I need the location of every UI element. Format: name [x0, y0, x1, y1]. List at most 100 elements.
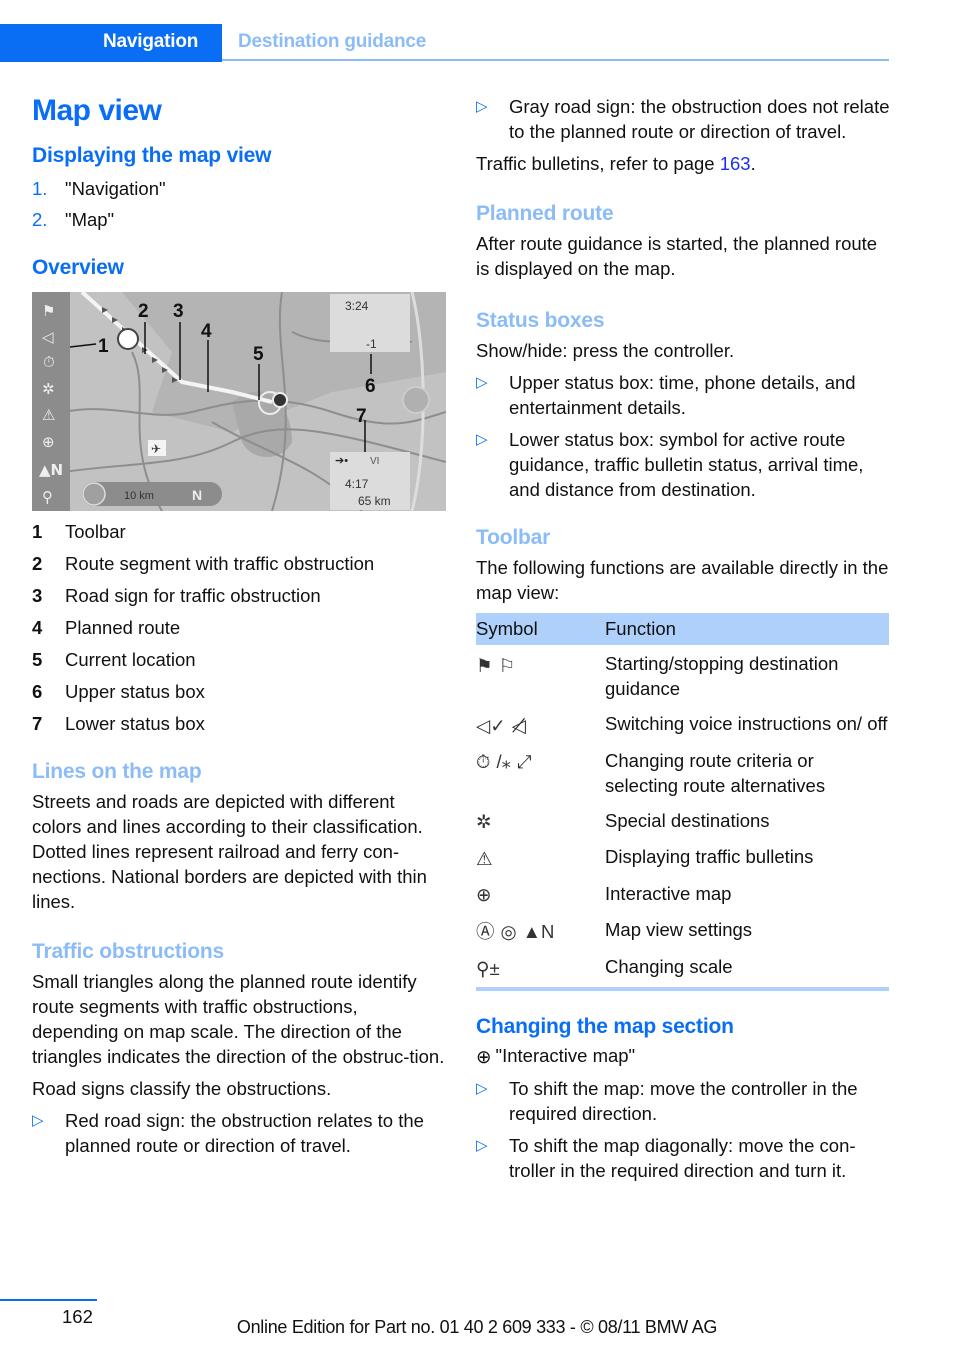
guidance-icon: [82, 482, 106, 506]
function-cell: Changing route criteria or selecting rou…: [605, 749, 826, 796]
special-destinations-icon: ✲: [476, 811, 492, 833]
column-header-function: Function: [605, 613, 889, 645]
bullet-triangle-icon: ▷: [476, 1137, 488, 1155]
symbol-cell: ⊕: [476, 875, 605, 912]
header-section-link[interactable]: Navigation: [103, 31, 198, 53]
legend-item: 1 Toolbar: [32, 519, 446, 544]
menu-label: "Interactive map": [495, 1044, 636, 1066]
symbol-cell: Ⓐ ◎ ▲N: [476, 911, 605, 948]
legend-text: Route segment with traffic obstruction: [65, 553, 375, 574]
heading-traffic-obstructions: Traffic obstructions: [32, 940, 225, 963]
interactive-map-menu: ⊕ "Interactive map": [476, 1043, 890, 1070]
page-163-link[interactable]: 163: [720, 153, 751, 174]
callout-2: 2: [138, 301, 149, 322]
legend-item: 2 Route segment with traffic obstruction: [32, 551, 446, 576]
upper-status-time: 3:24: [345, 299, 369, 313]
voice-icon: ◁: [42, 328, 54, 346]
perspective-icon: ◎: [500, 921, 517, 943]
footer-edition: Online Edition for Part no. 01 40 2 609 …: [236, 1317, 718, 1337]
controller-knob: [402, 386, 430, 414]
step-item: 2. "Map": [32, 207, 446, 232]
legend-text: Toolbar: [65, 521, 126, 542]
callout-6: 6: [365, 376, 376, 397]
bullet-item: ▷ Gray road sign: the obstruction does n…: [476, 94, 890, 144]
warning-icon: ⚠: [42, 406, 55, 424]
column-header-symbol: Symbol: [476, 613, 605, 645]
route-criteria-icon: ⏱: [476, 751, 491, 773]
heading-status-boxes: Status boxes: [476, 309, 605, 332]
voice-on-icon: ◁✓: [476, 714, 506, 736]
traffic-body: Small triangles along the planned route …: [32, 971, 445, 1067]
table-row: Ⓐ ◎ ▲N Map view settings: [476, 911, 889, 948]
ref-text: Traffic bulletins, refer to page: [476, 153, 720, 174]
bullet-triangle-icon: ▷: [476, 1080, 488, 1098]
function-cell: Starting/stopping destination guidance: [605, 653, 839, 699]
bullet-text: Gray road sign: the obstruction does not…: [509, 96, 890, 142]
heading-lines-on-map: Lines on the map: [32, 760, 202, 783]
upper-status-traffic: -1: [366, 337, 377, 351]
interactive-map-icon: ⊕: [476, 1046, 492, 1068]
function-cell: Displaying traffic bulletins: [605, 846, 814, 868]
table-row: ⚲± Changing scale: [476, 948, 889, 991]
airport-icon: ✈: [151, 442, 161, 456]
toolbar-symbol-table: Symbol Function ⚑ ⚐ Starting/stopping des…: [476, 613, 889, 991]
table-row: ⚠ Displaying traffic bulletins: [476, 838, 889, 875]
toolbar-intro: The following functions are available di…: [476, 557, 889, 603]
legend-number: 4: [32, 617, 43, 638]
heading-changing-map-section: Changing the map section: [476, 1014, 734, 1038]
header-subsection-link[interactable]: Destination guidance: [238, 31, 426, 53]
scale-icon: ⚲±: [476, 957, 500, 979]
bullet-text: To shift the map diagonally: move the co…: [509, 1135, 856, 1182]
footer-rule: [0, 1299, 97, 1301]
guidance-arrow-icon: ➔•: [335, 455, 348, 467]
function-cell: Changing scale: [605, 948, 889, 991]
heading-overview: Overview: [32, 256, 124, 279]
function-cell: Map view settings: [605, 919, 753, 941]
symbol-cell: ⏱/⁎ ⤢: [476, 742, 605, 802]
bullet-text: Lower status box: symbol for active rout…: [509, 429, 864, 500]
callout-5: 5: [253, 344, 264, 365]
table-row: ✲ Special destinations: [476, 802, 889, 839]
callout-7: 7: [356, 406, 367, 427]
header-rule: [222, 59, 889, 61]
distance: 65 km: [358, 494, 391, 508]
arrival-time: 4:17: [345, 477, 369, 491]
function-cell: Switching voice instructions on/ off: [605, 713, 888, 734]
legend-number: 1: [32, 521, 43, 542]
table-row: ⏱/⁎ ⤢ Changing route criteria or selectin…: [476, 742, 889, 802]
traffic-bulletins-ref: Traffic bulletins, refer to page 163.: [476, 151, 890, 176]
bullet-text: Red road sign: the obstruction relates t…: [65, 1110, 424, 1156]
callout-1: 1: [98, 336, 109, 357]
legend-item: 6 Upper status box: [32, 679, 446, 704]
zoom-icon: ⚲: [42, 488, 53, 506]
legend-number: 6: [32, 681, 43, 702]
bullet-item: ▷ To shift the map: move the controller …: [476, 1076, 890, 1126]
special-dest-icon: ✲: [42, 380, 55, 398]
bullet-triangle-icon: ▷: [476, 374, 488, 391]
north-icon: ▲N: [39, 461, 63, 479]
route-start-marker: [117, 328, 139, 350]
bullet-item: ▷ To shift the map diagonally: move the …: [476, 1133, 890, 1183]
legend-item: 5 Current location: [32, 647, 446, 672]
steps-list: 1. "Navigation" 2. "Map": [32, 176, 446, 232]
legend-text: Upper status box: [65, 681, 205, 702]
ref-end: .: [750, 153, 756, 174]
road-signs-intro: Road signs classify the obstructions.: [32, 1078, 332, 1099]
north-up-icon: ▲N: [522, 921, 555, 943]
stop-guidance-icon: ⚐: [498, 654, 516, 676]
heading-planned-route: Planned route: [476, 202, 614, 225]
start-guidance-icon: ⚑: [476, 654, 493, 676]
route-alternatives-icon: /⁎: [496, 751, 511, 773]
interactive-map-icon: ⊕: [476, 884, 492, 906]
figure-legend: 1 Toolbar 2 Route segment with traffic obs…: [32, 519, 446, 736]
interactive-map-icon: ⊕: [42, 433, 55, 451]
table-row: ⚑ ⚐ Starting/stopping destination guidanc…: [476, 645, 889, 705]
bullet-text: Upper status box: time, phone details, a…: [509, 372, 856, 418]
legend-item: 3 Road sign for traffic obstruction: [32, 583, 446, 608]
symbol-cell: ⚲±: [476, 948, 605, 991]
legend-text: Current location: [65, 649, 196, 670]
page-title: Map view: [32, 94, 162, 127]
bullet-item: ▷ Red road sign: the obstruction relates…: [32, 1108, 446, 1158]
bullet-text: To shift the map: move the controller in…: [509, 1078, 858, 1125]
route-alt-2-icon: ⤢: [516, 751, 532, 773]
